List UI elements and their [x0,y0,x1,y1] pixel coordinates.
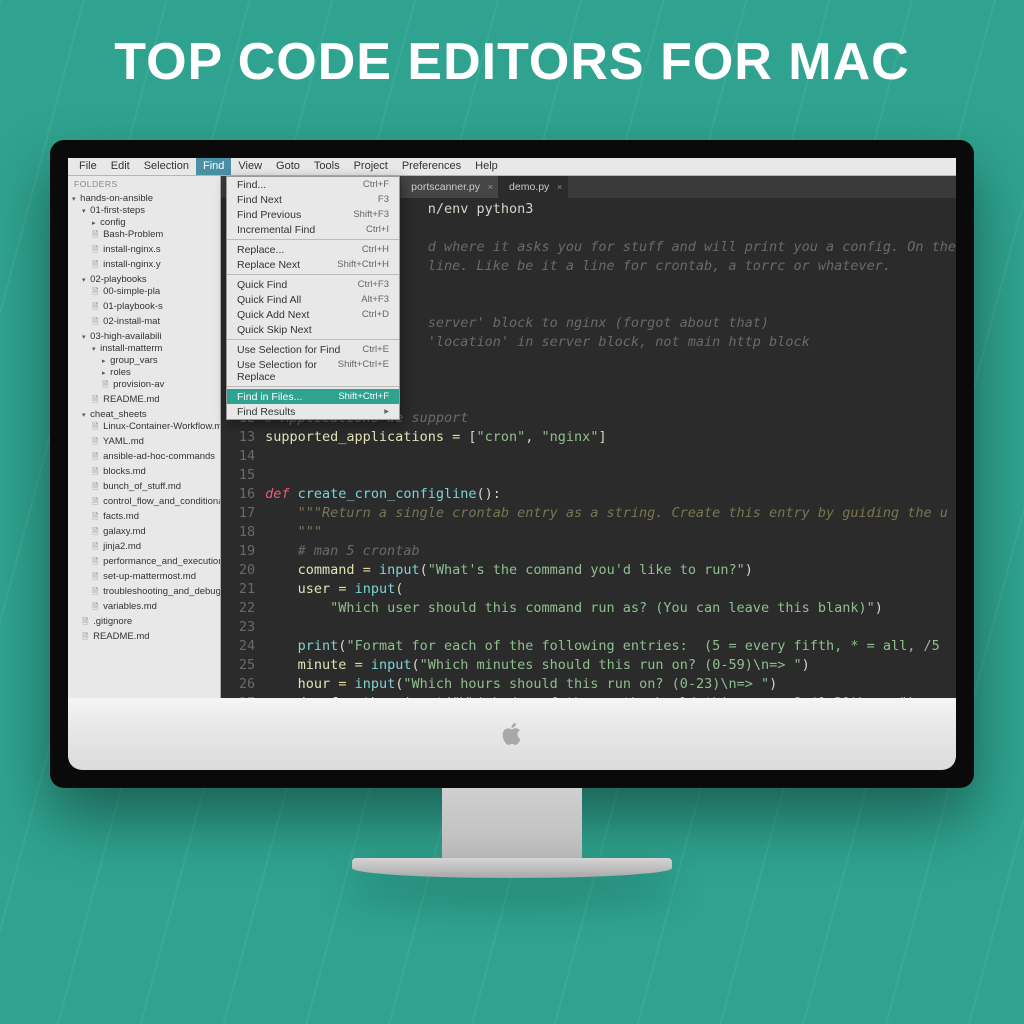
find-menu-dropdown: Find...Ctrl+FFind NextF3Find PreviousShi… [226,176,400,420]
menu-item[interactable]: Find NextF3 [227,192,399,207]
menu-item[interactable]: Find...Ctrl+F [227,177,399,192]
menu-selection[interactable]: Selection [137,158,196,175]
menu-item[interactable]: Quick Add NextCtrl+D [227,307,399,322]
file-item[interactable]: 00-simple-pla [70,285,218,300]
file-item[interactable]: bunch_of_stuff.md [70,480,218,495]
file-item[interactable]: performance_and_execution [70,555,218,570]
file-item[interactable]: README.md [70,630,218,645]
monitor-bezel: FileEditSelectionFindViewGotoToolsProjec… [50,140,974,788]
file-item[interactable]: variables.md [70,600,218,615]
file-item[interactable]: Linux-Container-Workflow.m [70,420,218,435]
menu-separator [227,239,399,240]
menu-separator [227,386,399,387]
folder-item[interactable]: config [70,216,218,228]
file-item[interactable]: README.md [70,393,218,408]
menu-item[interactable]: Find Results▸ [227,404,399,419]
folder-item[interactable]: 01-first-steps [70,204,218,216]
tab[interactable]: portscanner.py× [401,176,499,198]
menu-goto[interactable]: Goto [269,158,307,175]
file-item[interactable]: troubleshooting_and_debugg [70,585,218,600]
close-icon[interactable]: × [488,182,493,192]
menu-project[interactable]: Project [347,158,395,175]
menu-item[interactable]: Replace...Ctrl+H [227,242,399,257]
menu-find[interactable]: Find [196,158,231,175]
file-item[interactable]: 02-install-mat [70,315,218,330]
menu-item[interactable]: Incremental FindCtrl+I [227,222,399,237]
file-item[interactable]: install-nginx.y [70,258,218,273]
folder-item[interactable]: roles [70,366,218,378]
menu-separator [227,339,399,340]
file-item[interactable]: 01-playbook-s [70,300,218,315]
file-item[interactable]: blocks.md [70,465,218,480]
menu-separator [227,274,399,275]
menubar: FileEditSelectionFindViewGotoToolsProjec… [68,158,956,176]
menu-file[interactable]: File [72,158,104,175]
folder-item[interactable]: group_vars [70,354,218,366]
menu-tools[interactable]: Tools [307,158,347,175]
menu-item[interactable]: Use Selection for ReplaceShift+Ctrl+E [227,357,399,384]
monitor-chin [68,698,956,770]
menu-item[interactable]: Use Selection for FindCtrl+E [227,342,399,357]
close-icon[interactable]: × [557,182,562,192]
sidebar[interactable]: FOLDERS hands-on-ansible 01-first-steps … [68,176,221,698]
monitor-stand-base [352,858,672,878]
monitor: FileEditSelectionFindViewGotoToolsProjec… [50,140,974,878]
file-item[interactable]: Bash-Problem [70,228,218,243]
folder-item[interactable]: cheat_sheets [70,408,218,420]
file-item[interactable]: facts.md [70,510,218,525]
file-item[interactable]: ansible-ad-hoc-commands [70,450,218,465]
menu-item[interactable]: Quick FindCtrl+F3 [227,277,399,292]
file-item[interactable]: set-up-mattermost.md [70,570,218,585]
menu-view[interactable]: View [231,158,269,175]
monitor-stand-neck [442,788,582,858]
menu-item[interactable]: Find in Files...Shift+Ctrl+F [227,389,399,404]
menu-item[interactable]: Replace NextShift+Ctrl+H [227,257,399,272]
menu-item[interactable]: Find PreviousShift+F3 [227,207,399,222]
file-item[interactable]: YAML.md [70,435,218,450]
screen: FileEditSelectionFindViewGotoToolsProjec… [68,158,956,698]
menu-edit[interactable]: Edit [104,158,137,175]
sidebar-header: FOLDERS [68,176,220,192]
tab[interactable]: demo.py× [499,176,568,198]
file-item[interactable]: install-nginx.s [70,243,218,258]
file-item[interactable]: galaxy.md [70,525,218,540]
file-item[interactable]: jinja2.md [70,540,218,555]
apple-logo-icon [499,721,525,747]
folder-item[interactable]: 02-playbooks [70,273,218,285]
folder-item[interactable]: install-matterm [70,342,218,354]
menu-item[interactable]: Quick Find AllAlt+F3 [227,292,399,307]
file-tree: hands-on-ansible 01-first-steps config B… [68,192,220,645]
folder-item[interactable]: 03-high-availabili [70,330,218,342]
file-item[interactable]: provision-av [70,378,218,393]
folder-item[interactable]: hands-on-ansible [70,192,218,204]
menu-item[interactable]: Quick Skip Next [227,322,399,337]
file-item[interactable]: .gitignore [70,615,218,630]
menu-help[interactable]: Help [468,158,505,175]
headline: TOP CODE EDITORS FOR MAC [0,32,1024,92]
file-item[interactable]: control_flow_and_conditiona [70,495,218,510]
menu-preferences[interactable]: Preferences [395,158,468,175]
